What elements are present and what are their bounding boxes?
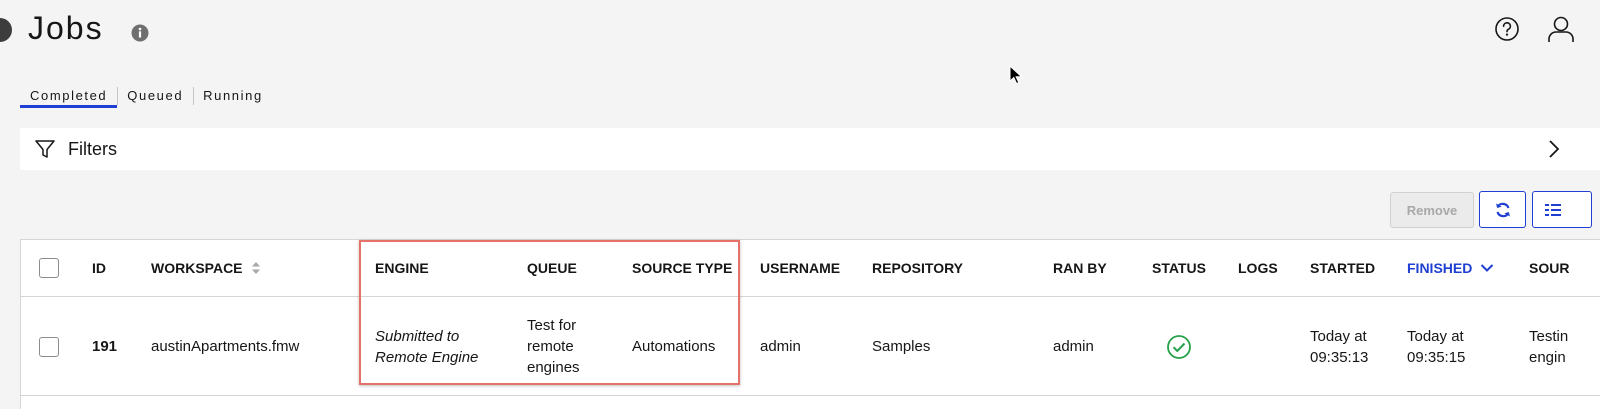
column-header-source[interactable]: SOUR [1529,240,1569,296]
cell-workspace[interactable]: austinApartments.fmw [151,297,299,396]
cell-repository: Samples [872,338,931,355]
chevron-right-icon[interactable] [1544,139,1564,159]
remove-button[interactable]: Remove [1390,192,1474,228]
tab-queued[interactable]: Queued [117,84,193,108]
column-header-status[interactable]: STATUS [1152,240,1206,296]
cell-source: Testin engin [1529,297,1568,396]
column-header-started[interactable]: STARTED [1310,240,1375,296]
column-header-logs[interactable]: LOGS [1238,240,1278,296]
help-icon[interactable] [1494,16,1520,42]
cell-source-type: Automations [632,338,716,355]
columns-icon [1545,203,1561,216]
cell-finished-line2: 09:35:15 [1407,348,1466,366]
refresh-icon [1495,202,1510,217]
cell-queue: Test for remote engines [527,297,580,396]
column-header-finished[interactable]: FINISHED [1407,240,1494,296]
cell-status [1166,297,1192,396]
cell-finished: Today at 09:35:15 [1407,297,1465,396]
column-header-repository[interactable]: REPOSITORY [872,240,963,296]
user-icon[interactable] [1546,15,1576,43]
cell-started-line2: 09:35:13 [1310,348,1369,366]
cell-queue-line3: engines [527,359,580,376]
jobs-table: ID WORKSPACE ENGINE QUEUE SOURCE TYPE US… [20,239,1600,409]
cell-engine: Submitted to Remote Engine [375,297,478,396]
table-row[interactable]: 191 austinApartments.fmw Submitted to Re… [21,297,1600,396]
row-checkbox[interactable] [39,337,59,357]
cell-queue-line1: Test for [527,317,577,334]
cell-started: Today at 09:35:13 [1310,297,1368,396]
column-header-id[interactable]: ID [92,240,106,296]
job-tabs: Completed Queued Running [20,84,273,108]
filters-panel[interactable]: Filters [20,128,1600,170]
cell-source-line1: Testin [1529,327,1569,345]
cell-source-line2: engin [1529,348,1566,366]
cell-username: admin [760,338,801,355]
chevron-down-icon[interactable] [1480,263,1494,273]
column-header-ran-by[interactable]: RAN BY [1053,240,1107,296]
page-title: Jobs [28,10,104,46]
cell-engine-line2: Remote Engine [375,348,479,366]
column-header-workspace[interactable]: WORKSPACE [151,240,261,296]
refresh-button[interactable] [1479,191,1526,228]
select-all-checkbox[interactable] [39,258,59,278]
cell-finished-line1: Today at [1407,327,1464,345]
column-header-engine[interactable]: ENGINE [375,240,429,296]
cell-engine-line1: Submitted to [375,327,460,345]
info-icon[interactable] [131,24,149,42]
sort-icon[interactable] [251,261,261,275]
cell-id: 191 [92,338,118,355]
back-button[interactable] [0,18,12,42]
column-header-finished-label: FINISHED [1407,260,1473,276]
columns-button[interactable] [1532,191,1592,228]
success-check-icon [1167,334,1191,359]
filter-icon [35,140,55,158]
filters-label: Filters [68,138,117,159]
column-header-workspace-label: WORKSPACE [151,260,243,276]
column-header-source-type[interactable]: SOURCE TYPE [632,240,732,296]
cell-started-line1: Today at [1310,327,1367,345]
table-header-row: ID WORKSPACE ENGINE QUEUE SOURCE TYPE US… [21,240,1600,297]
tab-completed[interactable]: Completed [20,84,118,108]
mouse-cursor-icon [1009,65,1023,85]
cell-queue-line2: remote [527,338,574,355]
column-header-queue[interactable]: QUEUE [527,240,577,296]
column-header-username[interactable]: USERNAME [760,240,840,296]
tab-running[interactable]: Running [193,84,273,108]
cell-ran-by: admin [1053,338,1094,355]
